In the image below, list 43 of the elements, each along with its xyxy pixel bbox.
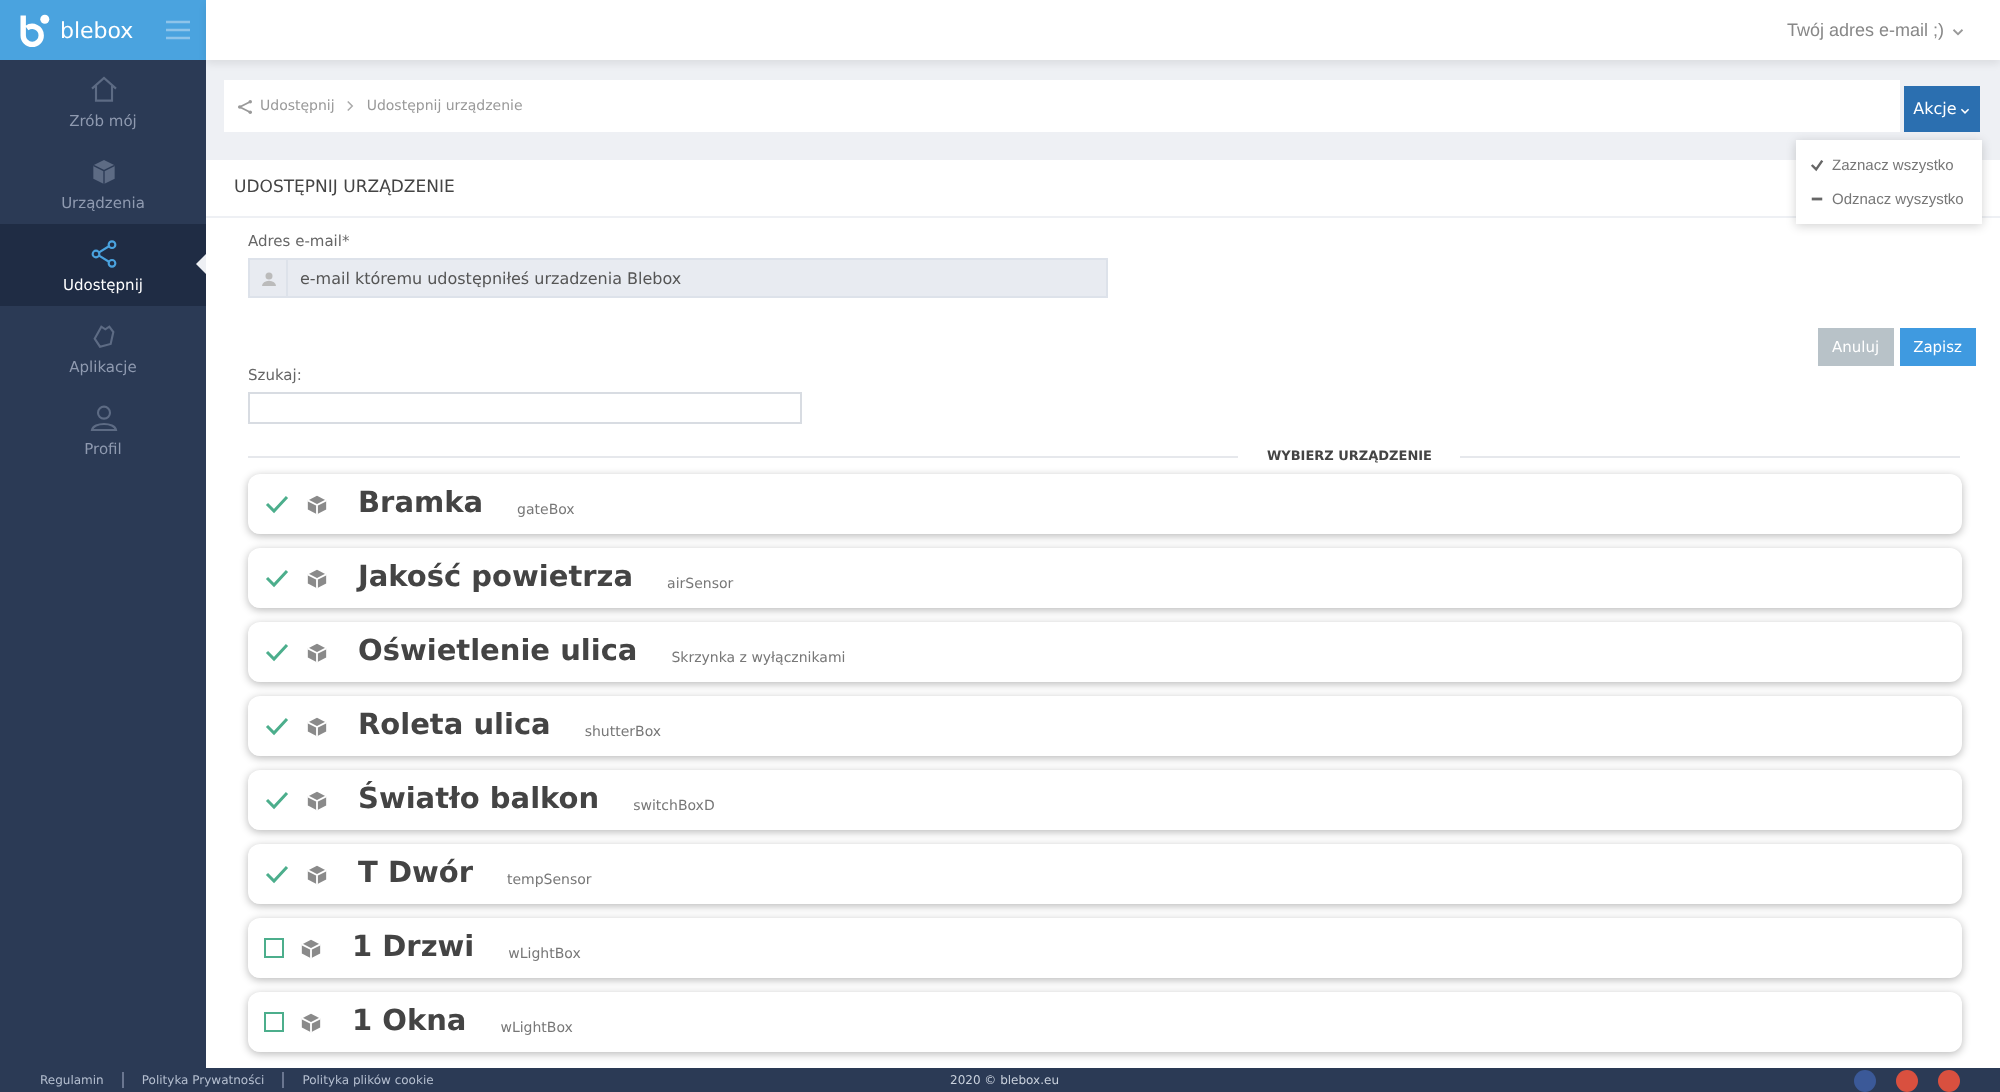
user-icon — [87, 401, 119, 433]
device-name: 1 Okna — [352, 1006, 467, 1038]
check-icon[interactable] — [264, 642, 290, 662]
check-icon[interactable] — [264, 864, 290, 884]
user-icon — [261, 271, 275, 285]
brand-name: blebox — [60, 17, 136, 43]
chevron-icon — [346, 100, 355, 112]
social-icon[interactable] — [1896, 1069, 1918, 1091]
logo-icon — [16, 12, 52, 48]
share-icon — [236, 99, 254, 113]
checkbox[interactable] — [264, 1012, 284, 1032]
user-menu[interactable]: Twój adres e-mail ;) — [1786, 20, 1964, 40]
device-name: T Dwór — [358, 858, 473, 890]
cube-icon — [306, 567, 328, 589]
check-icon[interactable] — [264, 790, 290, 810]
search-field[interactable] — [248, 392, 802, 424]
check-icon — [1810, 158, 1824, 172]
device-name: Bramka — [358, 488, 484, 520]
cube-icon — [306, 493, 328, 515]
check-icon[interactable] — [264, 716, 290, 736]
minus-icon — [1810, 192, 1824, 206]
cube-icon — [306, 715, 328, 737]
checkbox[interactable] — [264, 938, 284, 958]
cube-icon — [87, 155, 119, 187]
check-icon[interactable] — [264, 494, 290, 514]
share-icon — [87, 237, 119, 269]
cube-icon — [306, 863, 328, 885]
actions-button[interactable]: Akcje — [1904, 86, 1980, 132]
cube-icon — [306, 789, 328, 811]
device-name: Roleta ulica — [358, 710, 551, 742]
cube-icon — [306, 641, 328, 663]
cube-icon — [300, 937, 322, 959]
house-icon — [87, 73, 119, 105]
device-name: 1 Drzwi — [352, 932, 475, 964]
device-name: Jakość powietrza — [358, 562, 634, 594]
cube-icon — [300, 1011, 322, 1033]
menu-icon[interactable] — [166, 20, 190, 40]
email-field[interactable]: e-mail któremu udostępniłeś urzadzenia Blebox — [248, 258, 1108, 298]
device-name: Oświetlenie ulica — [358, 636, 638, 668]
device-name: Światło balkon — [358, 784, 600, 816]
social-icon[interactable] — [1854, 1069, 1876, 1091]
check-icon[interactable] — [264, 568, 290, 588]
social-icon[interactable] — [1938, 1069, 1960, 1091]
